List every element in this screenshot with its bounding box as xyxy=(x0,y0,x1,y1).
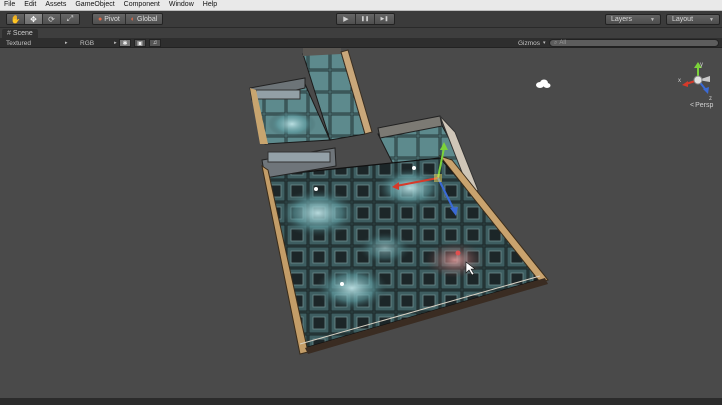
scene-audio-toggle[interactable]: ♫ xyxy=(149,39,161,47)
step-button[interactable]: ▶❚ xyxy=(375,14,394,24)
move-tool-button[interactable]: ✥ xyxy=(25,14,43,24)
orientation-gizmo[interactable]: y x z xyxy=(676,58,720,102)
image-icon: ▣ xyxy=(137,40,143,47)
unity-editor-window: File Edit Assets GameObject Component Wi… xyxy=(0,0,722,405)
dropdown-arrow-icon: ▾ xyxy=(543,40,546,46)
global-icon: ◐ xyxy=(130,15,136,23)
scene-search-input[interactable]: ⌕ All xyxy=(549,39,719,47)
scene-viewport[interactable]: y x z <Persp xyxy=(0,48,722,398)
light-icon xyxy=(340,282,344,286)
light-icon xyxy=(314,187,318,191)
hand-tool-button[interactable]: ✋ xyxy=(7,14,25,24)
projection-toggle[interactable]: <Persp xyxy=(690,102,713,109)
menu-file[interactable]: File xyxy=(4,0,15,10)
speaker-icon: ♫ xyxy=(152,40,158,46)
axis-y-label: y xyxy=(700,62,703,68)
global-label: Global xyxy=(137,15,158,23)
projection-label: Persp xyxy=(695,102,714,109)
tab-scene[interactable]: # Scene xyxy=(2,29,38,38)
play-button[interactable]: ▶ xyxy=(337,14,356,24)
layout-dropdown[interactable]: Layout ▼ xyxy=(666,14,720,25)
menu-window[interactable]: Window xyxy=(169,0,194,10)
gizmos-label: Gizmos xyxy=(518,39,541,47)
render-mode-label: Textured xyxy=(6,39,31,47)
pivot-button[interactable]: ● Pivot xyxy=(93,14,126,24)
cloud-icon xyxy=(536,79,551,88)
pivot-icon: ● xyxy=(98,15,103,23)
scale-tool-button[interactable]: ⤢ xyxy=(61,14,79,24)
pause-button[interactable]: ❚❚ xyxy=(356,14,375,24)
dropdown-arrow-icon: ▸ xyxy=(114,40,117,46)
light-icon xyxy=(455,250,461,256)
search-placeholder: All xyxy=(559,40,567,46)
light-icon xyxy=(412,166,416,170)
menu-bar: File Edit Assets GameObject Component Wi… xyxy=(0,0,722,11)
global-button[interactable]: ◐ Global xyxy=(125,14,163,24)
rotate-tool-button[interactable]: ⟳ xyxy=(43,14,61,24)
tab-bar: # Scene xyxy=(0,28,722,38)
dropdown-arrow-icon: ▼ xyxy=(709,16,714,23)
search-icon: ⌕ xyxy=(554,39,558,46)
main-toolbar: ✋ ✥ ⟳ ⤢ ● Pivot ◐ Global ▶ ❚❚ ▶❚ Layers ▼ … xyxy=(0,11,722,28)
color-mode-dropdown[interactable]: RGB ▸ xyxy=(80,39,117,47)
hand-icon: ✋ xyxy=(10,14,21,24)
dropdown-arrow-icon: ▼ xyxy=(650,16,655,23)
step-icon: ▶❚ xyxy=(380,16,389,22)
menu-assets[interactable]: Assets xyxy=(45,0,66,10)
transform-tools: ✋ ✥ ⟳ ⤢ xyxy=(6,13,80,25)
pause-icon: ❚❚ xyxy=(360,16,370,22)
layout-label: Layout xyxy=(672,16,694,23)
gizmos-dropdown[interactable]: Gizmos ▾ xyxy=(518,39,546,47)
scale-icon: ⤢ xyxy=(66,14,74,23)
color-mode-label: RGB xyxy=(80,39,95,47)
axis-x-label: x xyxy=(678,78,681,84)
pivot-toggle-group: ● Pivot ◐ Global xyxy=(92,13,164,25)
menu-help[interactable]: Help xyxy=(203,0,217,10)
level-geometry xyxy=(249,48,549,355)
render-mode-dropdown[interactable]: Textured ▸ xyxy=(6,39,67,47)
sun-icon: ✱ xyxy=(122,40,128,47)
layers-dropdown[interactable]: Layers ▼ xyxy=(605,14,661,25)
pivot-label: Pivot xyxy=(104,15,120,23)
persp-icon: < xyxy=(690,102,695,109)
scene-tab-icon: # xyxy=(7,30,11,37)
move-icon: ✥ xyxy=(30,14,37,24)
menu-gameobject[interactable]: GameObject xyxy=(75,0,114,10)
scene-image-toggle[interactable]: ▣ xyxy=(134,39,146,47)
menu-component[interactable]: Component xyxy=(124,0,160,10)
scene-lighting-toggle[interactable]: ✱ xyxy=(119,39,131,47)
menu-edit[interactable]: Edit xyxy=(24,0,36,10)
scene-tab-label: Scene xyxy=(12,30,33,37)
playback-controls: ▶ ❚❚ ▶❚ xyxy=(336,13,395,25)
layers-label: Layers xyxy=(611,16,633,23)
scene-view-toolbar: Textured ▸ RGB ▸ ✱ ▣ ♫ Gizmos ▾ ⌕ All xyxy=(0,38,722,48)
play-icon: ▶ xyxy=(343,16,349,23)
dropdown-arrow-icon: ▸ xyxy=(64,40,68,46)
status-strip xyxy=(0,398,722,405)
rotate-icon: ⟳ xyxy=(48,14,55,24)
